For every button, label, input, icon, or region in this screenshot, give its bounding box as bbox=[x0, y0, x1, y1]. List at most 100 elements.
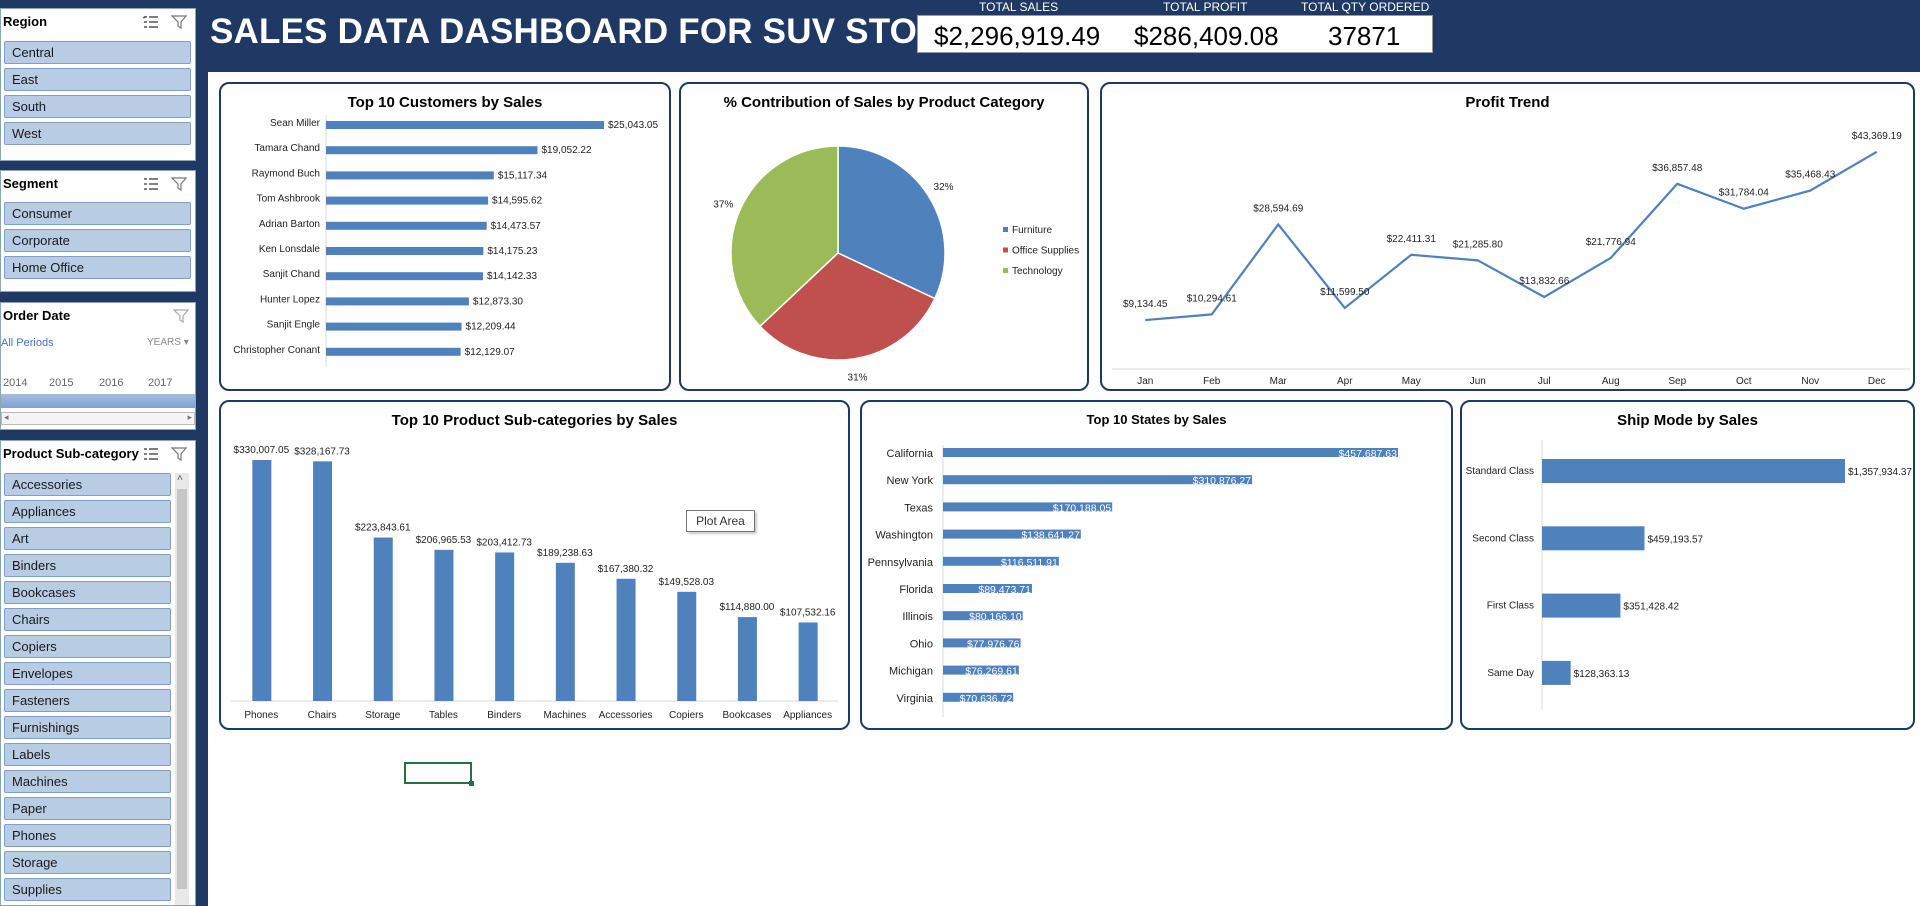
segment-slicer[interactable]: Segment Consumer Corporate Home Office bbox=[0, 170, 196, 292]
total-profit-value: $286,409.08 bbox=[1134, 21, 1279, 51]
multi-select-icon[interactable] bbox=[142, 14, 160, 30]
time-level-dropdown[interactable]: YEARS ▾ bbox=[147, 337, 189, 348]
category-contribution-panel[interactable]: % Contribution of Sales by Product Categ… bbox=[679, 82, 1089, 391]
subcategory-item-labels[interactable]: Labels bbox=[4, 743, 171, 766]
bar[interactable] bbox=[1542, 593, 1621, 618]
ship-mode-chart[interactable]: Standard Class $1,357,934.37 Second Class $… bbox=[1462, 402, 1913, 728]
subcategory-item-fasteners[interactable]: Fasteners bbox=[4, 689, 171, 712]
subcategory-item-copiers[interactable]: Copiers bbox=[4, 635, 171, 658]
region-slicer-title: Region bbox=[3, 14, 48, 29]
data-label: $149,528.03 bbox=[658, 577, 714, 588]
bar[interactable] bbox=[495, 552, 515, 701]
selected-cell[interactable] bbox=[404, 762, 474, 786]
segment-item-consumer[interactable]: Consumer bbox=[4, 202, 191, 225]
region-slicer[interactable]: Region Central East South West bbox=[0, 8, 196, 161]
category-label: Adrian Barton bbox=[259, 219, 320, 230]
clear-filter-icon[interactable] bbox=[171, 446, 189, 462]
subcategory-sales-panel[interactable]: Top 10 Product Sub-categories by Sales $… bbox=[219, 400, 850, 730]
clear-filter-icon[interactable] bbox=[171, 14, 189, 30]
tick-label: Binders bbox=[487, 710, 521, 721]
bar[interactable] bbox=[326, 322, 462, 331]
top-customers-panel[interactable]: Top 10 Customers by Sales Sean Miller $25… bbox=[219, 82, 671, 391]
data-label: $223,843.61 bbox=[355, 523, 411, 534]
segment-item-home-office[interactable]: Home Office bbox=[4, 256, 191, 279]
subcategory-item-binders[interactable]: Binders bbox=[4, 554, 171, 577]
bar[interactable] bbox=[252, 460, 272, 701]
subcategory-bar-chart[interactable]: $330,007.05 Phones $328,167.73 Chairs $223,8… bbox=[221, 402, 848, 728]
clear-filter-icon[interactable] bbox=[171, 176, 189, 192]
multi-select-icon[interactable] bbox=[142, 176, 160, 192]
legend-marker[interactable] bbox=[1003, 268, 1008, 273]
top-customers-chart[interactable]: Sean Miller $25,043.05 Tamara Chand $19,052… bbox=[221, 84, 669, 389]
bar[interactable] bbox=[1542, 526, 1645, 551]
subcategory-item-storage[interactable]: Storage bbox=[4, 851, 171, 874]
bar[interactable] bbox=[326, 347, 461, 356]
category-pie-chart[interactable]: 32% 31% 37% Furniture Office Supplies Technol… bbox=[681, 84, 1087, 389]
segment-slicer-title: Segment bbox=[3, 176, 58, 191]
top-states-panel[interactable]: Top 10 States by Sales California $457,68… bbox=[860, 400, 1453, 730]
year-2015[interactable]: 2015 bbox=[49, 377, 73, 389]
bar[interactable] bbox=[434, 549, 454, 701]
year-2017[interactable]: 2017 bbox=[148, 377, 172, 389]
bar[interactable] bbox=[798, 622, 818, 701]
region-item-south[interactable]: South bbox=[4, 95, 191, 118]
legend-marker[interactable] bbox=[1003, 227, 1008, 232]
bar[interactable] bbox=[373, 537, 393, 701]
bar[interactable] bbox=[677, 591, 697, 701]
region-item-west[interactable]: West bbox=[4, 122, 191, 145]
bar[interactable] bbox=[326, 171, 494, 180]
clear-filter-icon[interactable] bbox=[173, 308, 191, 324]
profit-trend-panel[interactable]: Profit Trend $9,134.45 Jan $10,294.61 Feb $2… bbox=[1100, 82, 1915, 391]
bar[interactable] bbox=[326, 297, 469, 306]
subcategory-item-paper[interactable]: Paper bbox=[4, 797, 171, 820]
subcategory-slicer[interactable]: Product Sub-category Accessories Applianc… bbox=[0, 440, 196, 906]
bar[interactable] bbox=[326, 221, 487, 230]
data-label: 31% bbox=[848, 372, 868, 383]
year-2014[interactable]: 2014 bbox=[3, 377, 27, 389]
ship-mode-panel[interactable]: Ship Mode by Sales Standard Class $1,357,… bbox=[1460, 400, 1915, 730]
subcategory-item-furnishings[interactable]: Furnishings bbox=[4, 716, 171, 739]
subcategory-item-envelopes[interactable]: Envelopes bbox=[4, 662, 171, 685]
bar[interactable] bbox=[616, 578, 636, 701]
subcategory-item-appliances[interactable]: Appliances bbox=[4, 500, 171, 523]
subcategory-item-accessories[interactable]: Accessories bbox=[4, 473, 171, 496]
series-line[interactable] bbox=[1145, 150, 1878, 322]
scroll-left-icon[interactable]: ◂ bbox=[4, 412, 9, 423]
timeline-bar[interactable] bbox=[1, 394, 195, 408]
region-item-central[interactable]: Central bbox=[4, 41, 191, 64]
data-label: 37% bbox=[713, 199, 733, 210]
scroll-right-icon[interactable]: ▸ bbox=[187, 412, 192, 423]
timeline-scrollbar[interactable]: ◂ ▸ bbox=[1, 412, 195, 425]
bar[interactable] bbox=[326, 272, 483, 281]
kpi-labels: TOTAL SALES TOTAL PROFIT TOTAL QTY ORDER… bbox=[917, 0, 1433, 14]
profit-trend-chart[interactable]: $9,134.45 Jan $10,294.61 Feb $28,594.69 Mar $1… bbox=[1102, 84, 1913, 389]
bar[interactable] bbox=[326, 146, 538, 155]
legend-marker[interactable] bbox=[1003, 247, 1008, 253]
bar[interactable] bbox=[326, 196, 489, 205]
bar[interactable] bbox=[1542, 459, 1845, 483]
multi-select-icon[interactable] bbox=[142, 446, 160, 462]
bar[interactable] bbox=[737, 617, 757, 701]
bar[interactable] bbox=[313, 461, 333, 701]
region-item-east[interactable]: East bbox=[4, 68, 191, 91]
subcategory-scrollbar[interactable]: ˄ bbox=[175, 473, 189, 905]
bar[interactable] bbox=[326, 121, 604, 129]
bar[interactable] bbox=[555, 562, 575, 701]
subcategory-item-supplies[interactable]: Supplies bbox=[4, 878, 171, 901]
segment-item-corporate[interactable]: Corporate bbox=[4, 229, 191, 252]
subcategory-item-art[interactable]: Art bbox=[4, 527, 171, 550]
category-label: Illinois bbox=[902, 611, 933, 623]
subcategory-item-bookcases[interactable]: Bookcases bbox=[4, 581, 171, 604]
year-2016[interactable]: 2016 bbox=[99, 377, 123, 389]
scroll-up-icon[interactable]: ˄ bbox=[177, 473, 183, 484]
kpi-values[interactable]: $2,296,919.49 $286,409.08 37871 bbox=[917, 15, 1433, 53]
top-states-chart[interactable]: California $457,687.63 New York $310,876.27… bbox=[862, 402, 1451, 728]
subcategory-item-phones[interactable]: Phones bbox=[4, 824, 171, 847]
subcategory-item-chairs[interactable]: Chairs bbox=[4, 608, 171, 631]
bar[interactable] bbox=[943, 448, 1398, 457]
bar[interactable] bbox=[1542, 660, 1571, 685]
scrollbar-thumb[interactable] bbox=[177, 489, 187, 889]
subcategory-item-machines[interactable]: Machines bbox=[4, 770, 171, 793]
order-date-timeline[interactable]: Order Date All Periods YEARS ▾ 2014 2015… bbox=[0, 302, 196, 430]
bar[interactable] bbox=[326, 247, 484, 255]
